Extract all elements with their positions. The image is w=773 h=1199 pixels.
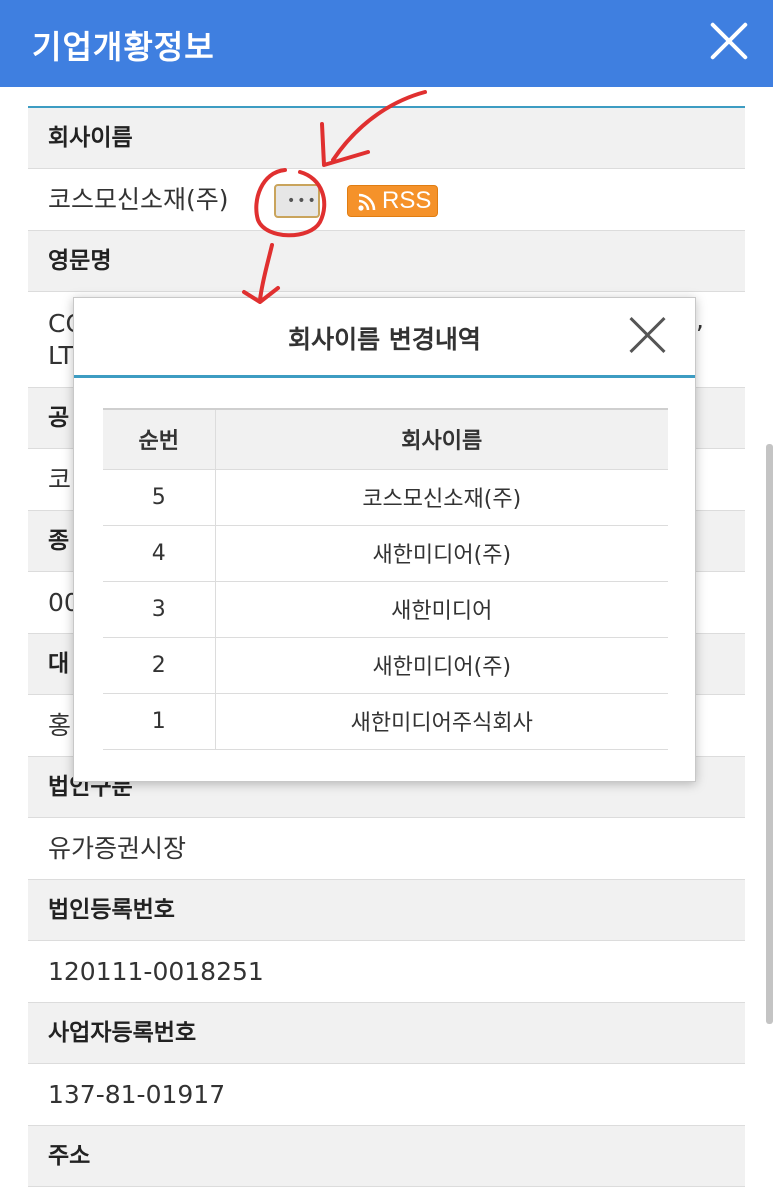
col-header-name: 회사이름 bbox=[215, 408, 668, 470]
row-name: 새한미디어 bbox=[215, 581, 668, 638]
row-name: 새한미디어(주) bbox=[215, 637, 668, 694]
biz-reg-number-label: 사업자등록번호 bbox=[28, 1003, 745, 1064]
english-name-label: 영문명 bbox=[28, 231, 745, 292]
corp-reg-number-label: 법인등록번호 bbox=[28, 880, 745, 941]
row-name: 코스모신소재(주) bbox=[215, 469, 668, 526]
name-history-table: 순번 회사이름 5 코스모신소재(주) 4 새한미디어(주) 3 새한미디어 2… bbox=[103, 408, 668, 750]
app-header: 기업개황정보 bbox=[0, 0, 773, 87]
scrollbar[interactable] bbox=[766, 444, 773, 1024]
table-row: 3 새한미디어 bbox=[103, 581, 668, 638]
address-label: 주소 bbox=[28, 1126, 745, 1187]
biz-reg-number-value: 137-81-01917 bbox=[28, 1064, 745, 1126]
row-no: 5 bbox=[103, 469, 216, 526]
row-name: 새한미디어주식회사 bbox=[215, 693, 668, 750]
row-no: 2 bbox=[103, 637, 216, 694]
english-name-tail: , bbox=[696, 305, 704, 334]
table-row: 4 새한미디어(주) bbox=[103, 525, 668, 582]
table-row: 1 새한미디어주식회사 bbox=[103, 693, 668, 750]
name-history-button[interactable]: ••• bbox=[274, 184, 320, 218]
rss-label: RSS bbox=[382, 187, 432, 214]
table-row: 2 새한미디어(주) bbox=[103, 637, 668, 694]
close-icon[interactable] bbox=[628, 315, 668, 355]
page-title: 기업개황정보 bbox=[32, 28, 215, 66]
table-header-row: 순번 회사이름 bbox=[103, 408, 668, 470]
rss-icon bbox=[358, 193, 376, 211]
corp-type-value: 유가증권시장 bbox=[28, 818, 745, 880]
modal-title: 회사이름 변경내역 bbox=[288, 325, 481, 354]
modal-header: 회사이름 변경내역 bbox=[74, 298, 695, 378]
company-name-label: 회사이름 bbox=[28, 108, 745, 169]
rss-button[interactable]: RSS bbox=[347, 185, 438, 217]
col-header-no: 순번 bbox=[103, 408, 216, 470]
corp-reg-number-value: 120111-0018251 bbox=[28, 941, 745, 1003]
row-no: 1 bbox=[103, 693, 216, 750]
more-icon: ••• bbox=[287, 193, 318, 209]
company-name-value: 코스모신소재(주) bbox=[48, 185, 229, 214]
table-row: 5 코스모신소재(주) bbox=[103, 469, 668, 526]
close-icon[interactable] bbox=[706, 18, 752, 64]
row-no: 3 bbox=[103, 581, 216, 638]
name-history-modal: 회사이름 변경내역 순번 회사이름 5 코스모신소재(주) 4 새한미디어(주)… bbox=[73, 297, 696, 782]
company-name-row: 코스모신소재(주) ••• RSS bbox=[28, 169, 745, 231]
row-name: 새한미디어(주) bbox=[215, 525, 668, 582]
row-no: 4 bbox=[103, 525, 216, 582]
